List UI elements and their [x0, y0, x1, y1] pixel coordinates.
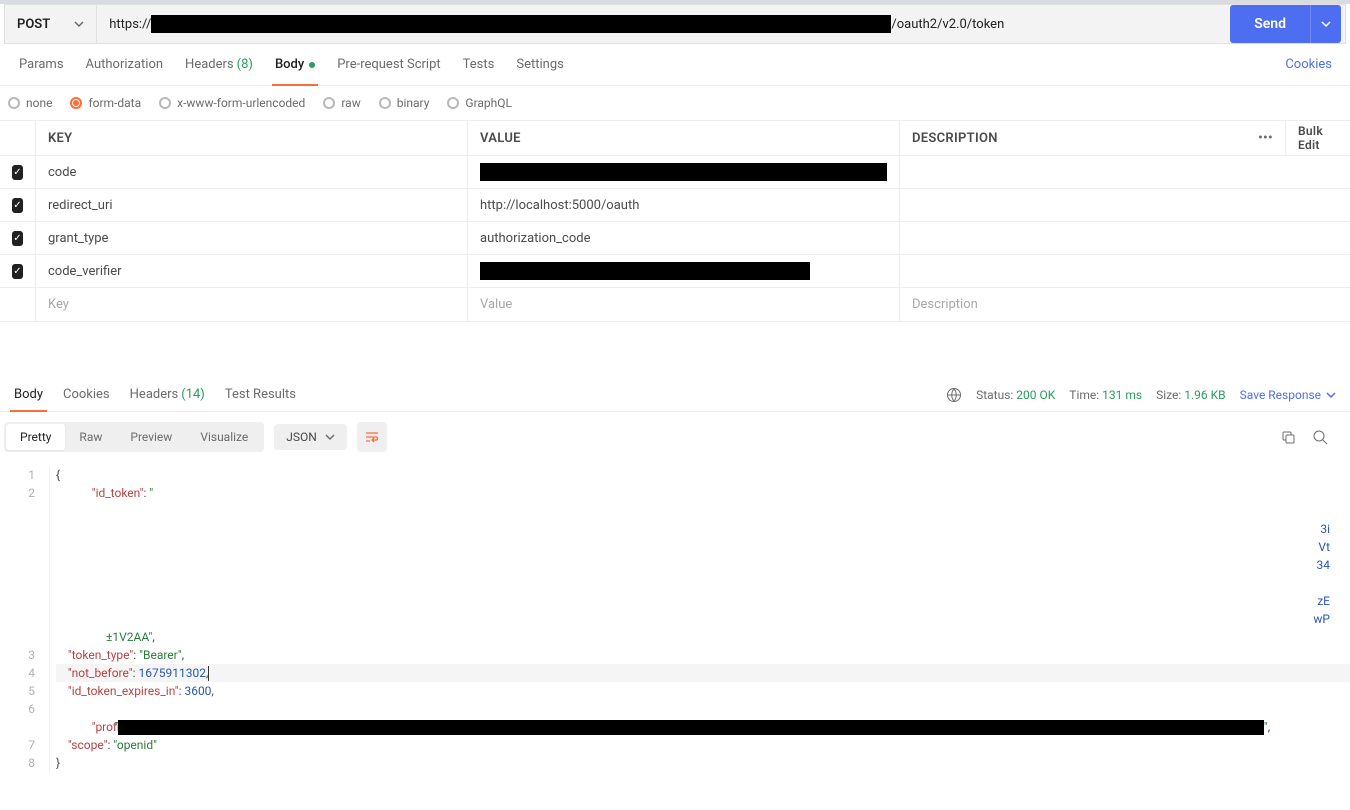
kv-desc-input[interactable]: [900, 222, 1350, 254]
url-prefix: https://: [109, 17, 151, 32]
checkbox-icon[interactable]: ✓: [12, 165, 23, 180]
tab-prerequest[interactable]: Pre-request Script: [326, 44, 451, 85]
body-type-raw[interactable]: raw: [323, 96, 360, 110]
response-code[interactable]: 1 2 3 4 5 6 7 8 { "id_token": " 3i Vt 34…: [0, 462, 1350, 776]
kv-value-input[interactable]: http://localhost:5000/oauth: [468, 189, 900, 221]
view-tab-raw[interactable]: Raw: [65, 424, 116, 450]
response-tab-test-results[interactable]: Test Results: [215, 378, 306, 411]
response-tab-cookies[interactable]: Cookies: [53, 378, 120, 411]
kv-desc-input[interactable]: [900, 156, 1350, 188]
tab-tests[interactable]: Tests: [452, 44, 506, 85]
kv-desc-input[interactable]: [900, 189, 1350, 221]
kv-value-input[interactable]: authorization_code: [468, 222, 900, 254]
checkbox-icon[interactable]: ✓: [12, 198, 23, 213]
kv-key-input[interactable]: code: [36, 156, 468, 188]
kv-options-button[interactable]: •••: [1246, 121, 1286, 155]
response-tab-body[interactable]: Body: [4, 378, 53, 411]
view-tab-visualize[interactable]: Visualize: [186, 424, 262, 450]
checkbox-icon[interactable]: ✓: [12, 231, 23, 246]
search-icon[interactable]: [1312, 429, 1328, 445]
url-input[interactable]: https:// /oauth2/v2.0/token: [97, 5, 1222, 43]
http-method-select[interactable]: POST: [5, 5, 97, 43]
kv-row-empty: Key Value Description: [0, 288, 1350, 321]
kv-row: ✓ redirect_uri http://localhost:5000/oau…: [0, 189, 1350, 222]
tab-params[interactable]: Params: [8, 44, 75, 85]
kv-header-value: VALUE: [468, 121, 900, 155]
tab-headers[interactable]: Headers(8): [174, 44, 264, 85]
kv-row: ✓ code: [0, 156, 1350, 189]
modified-dot-icon: [309, 62, 315, 68]
body-type-urlencoded[interactable]: x-www-form-urlencoded: [159, 96, 305, 110]
kv-key-input[interactable]: grant_type: [36, 222, 468, 254]
send-dropdown-button[interactable]: [1310, 5, 1341, 43]
kv-header-key: KEY: [36, 121, 468, 155]
cookies-link[interactable]: Cookies: [1285, 57, 1342, 72]
language-select[interactable]: JSON: [274, 424, 347, 450]
tab-body[interactable]: Body: [264, 44, 326, 85]
tab-settings[interactable]: Settings: [505, 44, 574, 85]
kv-value-input[interactable]: [468, 255, 900, 287]
kv-desc-input[interactable]: [900, 255, 1350, 287]
response-tab-headers[interactable]: Headers(14): [120, 378, 215, 411]
kv-key-input[interactable]: Key: [36, 288, 468, 321]
kv-value-input[interactable]: Value: [468, 288, 900, 321]
url-redacted: [151, 15, 891, 33]
url-suffix: /oauth2/v2.0/token: [891, 17, 1004, 32]
send-button[interactable]: Send: [1230, 5, 1310, 43]
kv-row: ✓ code_verifier: [0, 255, 1350, 288]
kv-header-desc: DESCRIPTION: [900, 121, 1246, 155]
tab-authorization[interactable]: Authorization: [75, 44, 175, 85]
kv-key-input[interactable]: redirect_uri: [36, 189, 468, 221]
body-type-binary[interactable]: binary: [379, 96, 430, 110]
body-type-form-data[interactable]: form-data: [70, 96, 141, 110]
kv-key-input[interactable]: code_verifier: [36, 255, 468, 287]
kv-value-input[interactable]: [468, 156, 900, 188]
globe-icon: [946, 387, 962, 403]
kv-desc-input[interactable]: Description: [900, 288, 1350, 321]
save-response-button[interactable]: Save Response: [1240, 388, 1336, 402]
view-tab-preview[interactable]: Preview: [116, 424, 186, 450]
chevron-down-icon: [74, 19, 84, 29]
view-tab-pretty[interactable]: Pretty: [6, 424, 65, 450]
http-method-label: POST: [17, 17, 50, 32]
kv-row: ✓ grant_type authorization_code: [0, 222, 1350, 255]
checkbox-icon[interactable]: ✓: [12, 264, 23, 279]
copy-icon[interactable]: [1280, 429, 1296, 445]
bulk-edit-button[interactable]: Bulk Edit: [1286, 121, 1350, 155]
wrap-text-button[interactable]: [357, 422, 387, 452]
body-type-none[interactable]: none: [8, 96, 52, 110]
body-type-graphql[interactable]: GraphQL: [447, 96, 512, 110]
